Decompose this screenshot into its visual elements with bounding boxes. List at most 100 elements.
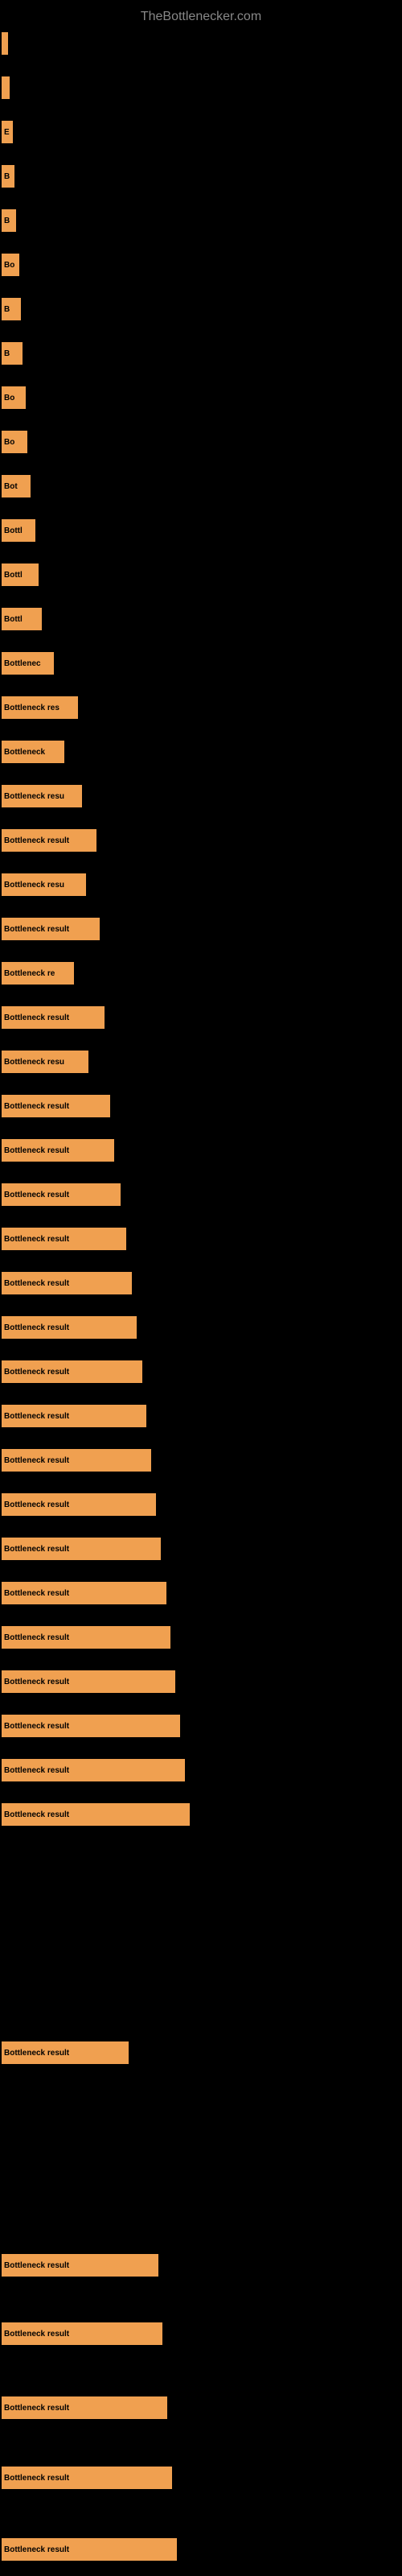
bar-row: Bottleneck result xyxy=(2,1489,156,1520)
bar-row: Bot xyxy=(2,471,31,502)
bar-row: Bottleneck re xyxy=(2,958,74,989)
bar-label: Bo xyxy=(4,261,14,270)
bar-label: Bottleneck result xyxy=(4,2404,69,2413)
bar-row: E xyxy=(2,117,13,147)
bar-row: Bottleneck result xyxy=(2,2037,129,2068)
bar-label: Bottleneck result xyxy=(4,1146,69,1155)
bar-label: Bottleneck result xyxy=(4,836,69,845)
bar-fill: Bottleneck result xyxy=(2,1228,126,1250)
bar-label: B xyxy=(4,349,10,358)
bar-row: Bottleneck result xyxy=(2,1356,142,1387)
bar-fill: Bottleneck result xyxy=(2,1626,170,1649)
bar-label: B xyxy=(4,305,10,314)
bar-row: Bottleneck result xyxy=(2,1711,180,1741)
bar-row: Bottleneck result xyxy=(2,1268,132,1298)
bar-fill: Bottleneck xyxy=(2,741,64,763)
bar-fill xyxy=(2,32,8,55)
bar-fill: Bottleneck result xyxy=(2,1360,142,1383)
bar-fill: Bottlenec xyxy=(2,652,54,675)
bar-label: Bottleneck result xyxy=(4,1013,69,1022)
bar-label: Bottleneck result xyxy=(4,1810,69,1819)
bar-row: Bo xyxy=(2,427,27,457)
bar-row: Bottleneck result xyxy=(2,1224,126,1254)
bar-fill: Bottleneck result xyxy=(2,1759,185,1781)
bar-label: Bottleneck result xyxy=(4,2545,69,2554)
bar-fill: B xyxy=(2,298,21,320)
bar-label: E xyxy=(4,128,10,137)
bar-label: Bo xyxy=(4,438,14,447)
bar-label: Bottleneck result xyxy=(4,1456,69,1465)
bar-label: Bottleneck re xyxy=(4,969,55,978)
bar-row: B xyxy=(2,294,21,324)
bar-fill: Bottl xyxy=(2,564,39,586)
bar-fill: Bottleneck result xyxy=(2,1316,137,1339)
bar-fill: B xyxy=(2,165,14,188)
bar-row: Bottl xyxy=(2,515,35,546)
bar-row: Bottleneck result xyxy=(2,1445,151,1476)
bar-fill: Bottleneck result xyxy=(2,1183,121,1206)
bar-label: Bottleneck result xyxy=(4,1766,69,1775)
site-title: TheBottlenecker.com xyxy=(0,3,402,31)
bar-fill: Bottleneck result xyxy=(2,1538,161,1560)
bar-fill: Bo xyxy=(2,386,26,409)
bar-row: B xyxy=(2,205,16,236)
bar-label: Bottleneck result xyxy=(4,2474,69,2483)
bar-fill: Bottl xyxy=(2,608,42,630)
bar-row: Bottlenec xyxy=(2,648,54,679)
bar-fill: E xyxy=(2,121,13,143)
bar-row: Bottl xyxy=(2,604,42,634)
bar-fill: Bottleneck result xyxy=(2,1006,105,1029)
bar-label: Bottleneck result xyxy=(4,1412,69,1421)
bar-fill xyxy=(2,76,10,99)
bar-label: Bottleneck result xyxy=(4,1191,69,1199)
bar-fill: Bottleneck result xyxy=(2,1670,175,1693)
bar-fill: Bottleneck result xyxy=(2,1139,114,1162)
bar-fill: Bottleneck result xyxy=(2,2467,172,2489)
bar-label: Bottleneck result xyxy=(4,1633,69,1642)
bar-row: Bottleneck result xyxy=(2,2250,158,2281)
bar-fill: Bottleneck re xyxy=(2,962,74,985)
bar-row xyxy=(2,28,8,59)
bar-fill: Bottleneck result xyxy=(2,1405,146,1427)
bar-label: Bottleneck result xyxy=(4,1545,69,1554)
bar-row: B xyxy=(2,161,14,192)
bar-row: Bottleneck result xyxy=(2,2534,177,2565)
bar-label: B xyxy=(4,172,10,181)
bar-row: Bottleneck result xyxy=(2,2392,167,2423)
bar-fill: Bottleneck result xyxy=(2,2041,129,2064)
bar-fill: Bottleneck result xyxy=(2,2538,177,2561)
bar-label: Bottleneck result xyxy=(4,1368,69,1377)
bar-label: Bottleneck result xyxy=(4,925,69,934)
bar-label: B xyxy=(4,217,10,225)
bar-fill: B xyxy=(2,342,23,365)
bar-row: Bottleneck resu xyxy=(2,781,82,811)
bar-fill: Bottleneck result xyxy=(2,1272,132,1294)
bar-label: Bottleneck result xyxy=(4,1235,69,1244)
bar-row: Bottleneck result xyxy=(2,1799,190,1830)
bar-row: Bottleneck result xyxy=(2,2318,162,2349)
bar-row: Bottleneck xyxy=(2,737,64,767)
bar-row xyxy=(2,72,10,103)
bar-fill: Bottleneck result xyxy=(2,1803,190,1826)
bar-label: Bottl xyxy=(4,571,23,580)
bar-row: Bottleneck res xyxy=(2,692,78,723)
bar-row: Bottleneck result xyxy=(2,1091,110,1121)
bar-row: Bottleneck result xyxy=(2,825,96,856)
bar-fill: Bottleneck result xyxy=(2,1449,151,1472)
bar-fill: Bottleneck result xyxy=(2,829,96,852)
bar-label: Bottleneck result xyxy=(4,1501,69,1509)
bar-row: Bottleneck result xyxy=(2,1401,146,1431)
bar-fill: B xyxy=(2,209,16,232)
bar-row: Bottl xyxy=(2,559,39,590)
bar-row: Bottleneck result xyxy=(2,1622,170,1653)
bar-row: B xyxy=(2,338,23,369)
bar-row: Bottleneck resu xyxy=(2,869,86,900)
bar-fill: Bo xyxy=(2,254,19,276)
bar-label: Bottleneck result xyxy=(4,1678,69,1686)
bar-row: Bottleneck result xyxy=(2,1002,105,1033)
bar-row: Bottleneck result xyxy=(2,1179,121,1210)
bar-label: Bottleneck resu xyxy=(4,792,64,801)
bar-label: Bottl xyxy=(4,526,23,535)
bar-fill: Bottleneck res xyxy=(2,696,78,719)
bar-label: Bottl xyxy=(4,615,23,624)
